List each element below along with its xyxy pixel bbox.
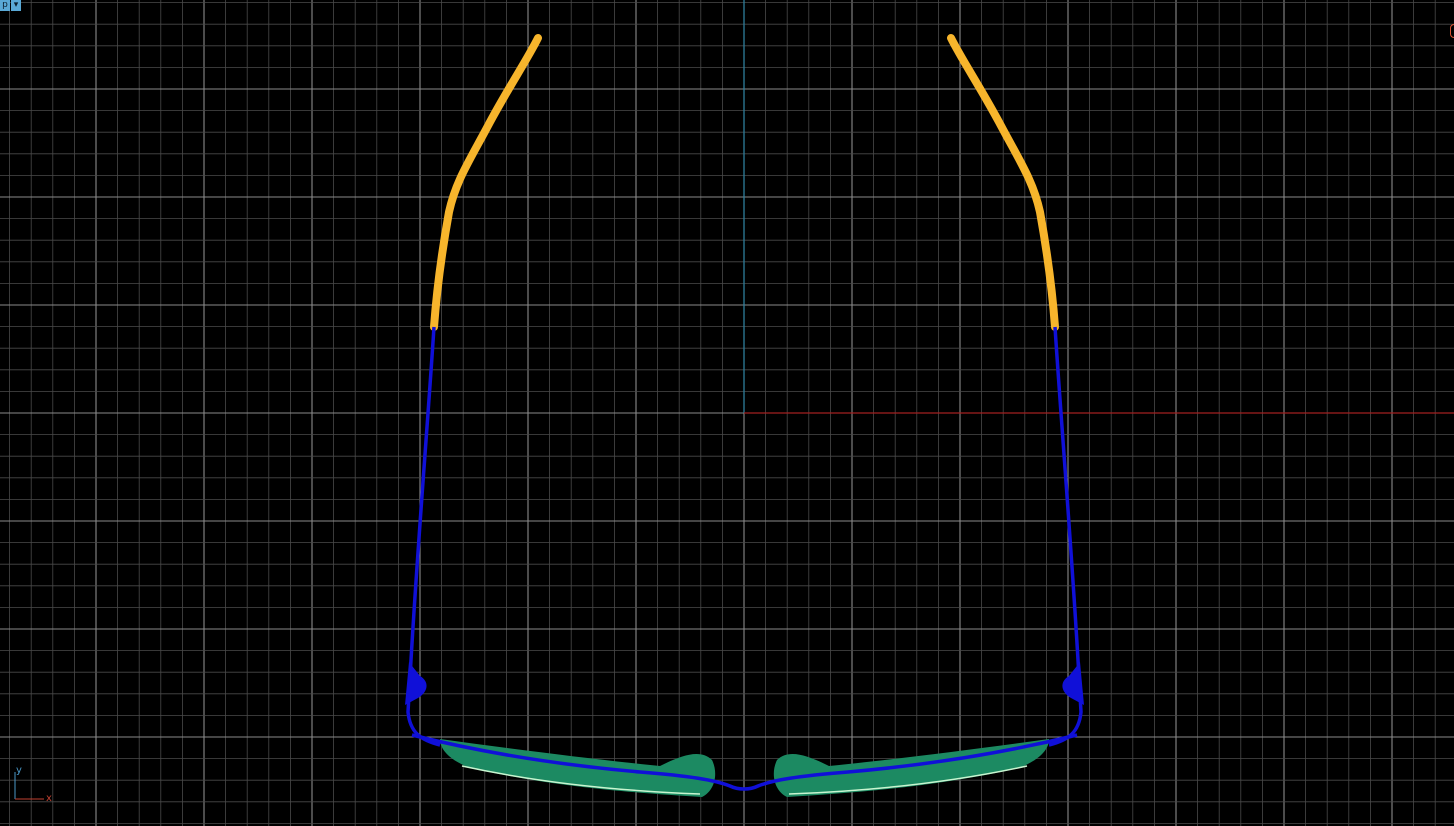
viewport-edge-indicator: [1450, 24, 1454, 38]
tripod-y-label: y: [16, 765, 22, 776]
viewport-menu[interactable]: p ▾: [0, 0, 21, 11]
chevron-down-icon[interactable]: ▾: [11, 0, 21, 11]
viewport-canvas[interactable]: y x: [0, 0, 1454, 826]
viewport-label-button[interactable]: p: [0, 0, 10, 11]
top-viewport[interactable]: y x p ▾: [0, 0, 1454, 826]
tripod-x-label: x: [46, 793, 52, 804]
